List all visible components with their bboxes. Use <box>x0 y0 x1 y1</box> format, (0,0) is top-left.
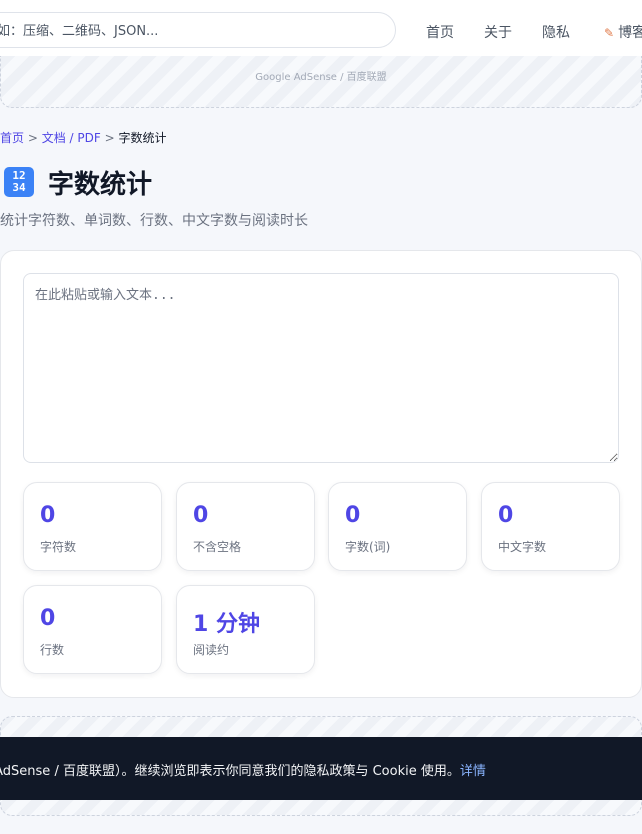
ad-slot-top: Google AdSense / 百度联盟 <box>0 56 642 108</box>
top-nav-bar: 首页 关于 隐私 ✎博客 <box>0 0 642 63</box>
page-title: 字数统计 <box>48 169 153 200</box>
stat-value: 1 分钟 <box>193 612 260 637</box>
breadcrumb: 首页 > 文档 / PDF > 字数统计 <box>0 129 167 146</box>
stat-card-words: 0 字数(词) <box>328 482 467 571</box>
stat-label: 字符数 <box>40 540 77 554</box>
ad-slot-label: Google AdSense / 百度联盟 <box>255 72 387 83</box>
cookie-details-link[interactable]: 详情 <box>460 764 486 779</box>
stat-card-lines: 0 行数 <box>23 585 162 674</box>
nav-about-link[interactable]: 关于 <box>484 22 512 42</box>
cookie-banner: e AdSense / 百度联盟）。继续浏览即表示你同意我们的隐私政策与 Coo… <box>0 737 642 800</box>
page-subtitle: 统计字符数、单词数、行数、中文字数与阅读时长 <box>0 213 308 229</box>
breadcrumb-separator: > <box>104 131 115 145</box>
page-header: 12 34 字数统计 <box>4 164 152 200</box>
search-input[interactable] <box>0 21 377 41</box>
stat-card-reading-time: 1 分钟 阅读约 <box>176 585 315 674</box>
stat-card-chinese-chars: 0 中文字数 <box>481 482 620 571</box>
stat-value: 0 <box>193 503 209 528</box>
stat-label: 不含空格 <box>193 540 242 554</box>
nav-home-link[interactable]: 首页 <box>426 22 454 42</box>
text-input-area[interactable] <box>23 273 619 463</box>
numbers-icon-row: 34 <box>12 181 26 194</box>
breadcrumb-home-link[interactable]: 首页 <box>0 131 24 145</box>
stat-value: 0 <box>40 503 56 528</box>
stat-value: 0 <box>498 503 514 528</box>
nav-privacy-link[interactable]: 隐私 <box>542 22 570 42</box>
stat-card-no-spaces: 0 不含空格 <box>176 482 315 571</box>
nav-blog-label: 博客 <box>618 25 642 41</box>
cookie-text: e AdSense / 百度联盟）。继续浏览即表示你同意我们的隐私政策与 Coo… <box>0 764 460 779</box>
search-box[interactable] <box>0 12 396 48</box>
breadcrumb-docs-link[interactable]: 文档 / PDF <box>42 131 101 145</box>
numbers-icon: 12 34 <box>4 167 34 197</box>
stat-card-chars: 0 字符数 <box>23 482 162 571</box>
stat-value: 0 <box>345 503 361 528</box>
stat-label: 中文字数 <box>498 540 547 554</box>
stat-label: 阅读约 <box>193 643 230 657</box>
breadcrumb-separator: > <box>27 131 38 145</box>
nav-blog-link[interactable]: ✎ 博客 <box>604 22 642 42</box>
stat-label: 字数(词) <box>345 540 391 554</box>
breadcrumb-current: 字数统计 <box>118 131 167 145</box>
memo-icon: ✎ <box>604 26 615 40</box>
cookie-message: e AdSense / 百度联盟）。继续浏览即表示你同意我们的隐私政策与 Coo… <box>0 760 486 779</box>
stat-label: 行数 <box>40 643 65 657</box>
stat-value: 0 <box>40 606 56 631</box>
